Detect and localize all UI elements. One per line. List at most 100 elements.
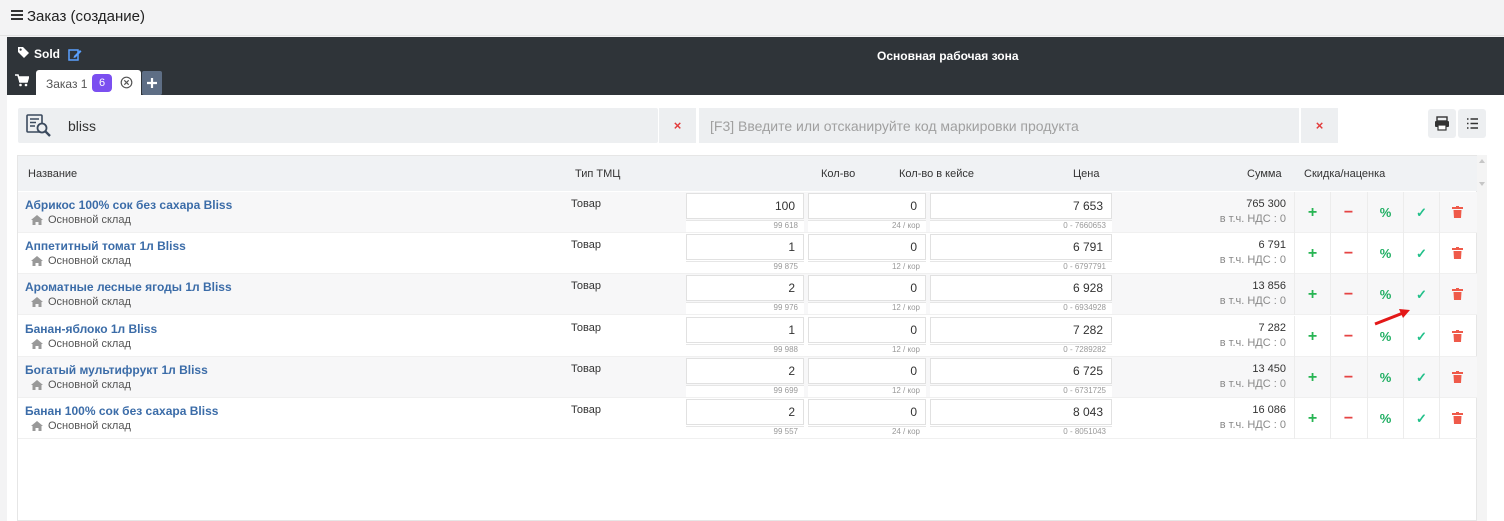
price-input[interactable]: 6 928	[930, 275, 1112, 301]
header-type: Тип ТМЦ	[575, 168, 621, 180]
case-quantity-input[interactable]: 0	[808, 358, 926, 384]
cart-icon[interactable]	[15, 74, 29, 87]
price-input[interactable]: 7 653	[930, 193, 1112, 219]
delete-button[interactable]	[1439, 398, 1475, 439]
row-vat: в т.ч. НДС : 0	[1219, 213, 1286, 225]
case-quantity-input[interactable]: 0	[808, 399, 926, 425]
product-name-link[interactable]: Богатый мультифрукт 1л Bliss	[25, 363, 208, 377]
header-qty-case: Кол-во в кейсе	[899, 168, 974, 180]
search-list-icon	[26, 114, 51, 137]
price-input[interactable]: 8 043	[930, 399, 1112, 425]
row-sum: 13 856	[1252, 280, 1286, 292]
delete-button[interactable]	[1439, 192, 1475, 233]
product-name-link[interactable]: Банан-яблоко 1л Bliss	[25, 322, 157, 336]
warehouse: Основной склад	[31, 296, 131, 308]
increase-button[interactable]: +	[1294, 398, 1330, 439]
scroll-up-icon[interactable]	[1477, 156, 1487, 166]
stock-available: 99 988	[686, 344, 804, 356]
quantity-input[interactable]: 2	[686, 275, 804, 301]
decrease-button[interactable]: −	[1330, 316, 1366, 357]
product-name-link[interactable]: Аппетитный томат 1л Bliss	[25, 239, 186, 253]
case-info: 12 / кор	[808, 385, 926, 397]
table-row: Аппетитный томат 1л Bliss Основной склад Т…	[18, 233, 1478, 274]
quantity-input[interactable]: 2	[686, 358, 804, 384]
edit-icon[interactable]	[68, 48, 82, 61]
decrease-button[interactable]: −	[1330, 398, 1366, 439]
warehouse: Основной склад	[31, 255, 131, 267]
row-vat: в т.ч. НДС : 0	[1219, 419, 1286, 431]
case-quantity-input[interactable]: 0	[808, 275, 926, 301]
quantity-input[interactable]: 1	[686, 234, 804, 260]
product-name-link[interactable]: Абрикос 100% сок без сахара Bliss	[25, 198, 232, 212]
case-quantity-input[interactable]: 0	[808, 193, 926, 219]
delete-button[interactable]	[1439, 316, 1475, 357]
stock-available: 99 557	[686, 426, 804, 438]
confirm-button[interactable]: ✓	[1403, 192, 1439, 233]
page-title: Заказ (создание)	[27, 8, 145, 25]
row-sum: 7 282	[1258, 322, 1286, 334]
delete-button[interactable]	[1439, 274, 1475, 315]
quantity-input[interactable]: 1	[686, 317, 804, 343]
list-view-button[interactable]	[1458, 109, 1486, 138]
stock-available: 99 618	[686, 220, 804, 232]
decrease-button[interactable]: −	[1330, 233, 1366, 274]
discount-button[interactable]: %	[1367, 398, 1403, 439]
price-range: 0 - 6731725	[930, 385, 1112, 397]
confirm-button[interactable]: ✓	[1403, 398, 1439, 439]
increase-button[interactable]: +	[1294, 316, 1330, 357]
print-icon	[1435, 116, 1449, 131]
product-name-link[interactable]: Ароматные лесные ягоды 1л Bliss	[25, 280, 232, 294]
home-icon	[31, 256, 43, 266]
tab-close-icon[interactable]	[120, 76, 133, 89]
product-type: Товар	[571, 239, 601, 251]
add-tab-button[interactable]	[142, 71, 162, 95]
increase-button[interactable]: +	[1294, 357, 1330, 398]
plus-icon	[147, 78, 157, 88]
price-input[interactable]: 7 282	[930, 317, 1112, 343]
quantity-input[interactable]: 2	[686, 399, 804, 425]
increase-button[interactable]: +	[1294, 192, 1330, 233]
delete-button[interactable]	[1439, 233, 1475, 274]
hamburger-menu-icon[interactable]	[11, 10, 23, 24]
increase-button[interactable]: +	[1294, 233, 1330, 274]
decrease-button[interactable]: −	[1330, 274, 1366, 315]
clear-scan-button[interactable]: ×	[1300, 108, 1338, 143]
scroll-down-icon[interactable]	[1477, 179, 1487, 189]
top-bar: Sold Основная рабочая зона Заказ 1 6	[7, 37, 1504, 95]
product-type: Товар	[571, 198, 601, 210]
row-sum: 765 300	[1246, 198, 1286, 210]
table-row: Банан 100% сок без сахара Bliss Основной …	[18, 398, 1478, 439]
product-type: Товар	[571, 363, 601, 375]
product-type: Товар	[571, 280, 601, 292]
print-button[interactable]	[1428, 109, 1456, 138]
increase-button[interactable]: +	[1294, 274, 1330, 315]
search-input[interactable]	[68, 108, 648, 143]
clear-search-button[interactable]: ×	[658, 108, 696, 143]
product-name-link[interactable]: Банан 100% сок без сахара Bliss	[25, 404, 218, 418]
price-input[interactable]: 6 725	[930, 358, 1112, 384]
header-name: Название	[28, 168, 78, 180]
quantity-input[interactable]: 100	[686, 193, 804, 219]
scan-input[interactable]	[710, 108, 1295, 143]
confirm-button[interactable]: ✓	[1403, 357, 1439, 398]
delete-button[interactable]	[1439, 357, 1475, 398]
order-tab[interactable]: Заказ 1 6	[36, 70, 141, 95]
case-quantity-input[interactable]: 0	[808, 317, 926, 343]
decrease-button[interactable]: −	[1330, 357, 1366, 398]
decrease-button[interactable]: −	[1330, 192, 1366, 233]
stock-available: 99 875	[686, 261, 804, 273]
table-row: Богатый мультифрукт 1л Bliss Основной скл…	[18, 357, 1478, 398]
home-icon	[31, 421, 43, 431]
table-scrollbar[interactable]	[1477, 155, 1487, 521]
tab-label: Заказ 1	[46, 77, 88, 91]
discount-button[interactable]: %	[1367, 357, 1403, 398]
discount-button[interactable]: %	[1367, 192, 1403, 233]
confirm-button[interactable]: ✓	[1403, 233, 1439, 274]
price-range: 0 - 8051043	[930, 426, 1112, 438]
product-type: Товар	[571, 322, 601, 334]
discount-button[interactable]: %	[1367, 233, 1403, 274]
case-info: 12 / кор	[808, 261, 926, 273]
price-input[interactable]: 6 791	[930, 234, 1112, 260]
trash-icon	[1452, 206, 1463, 218]
case-quantity-input[interactable]: 0	[808, 234, 926, 260]
